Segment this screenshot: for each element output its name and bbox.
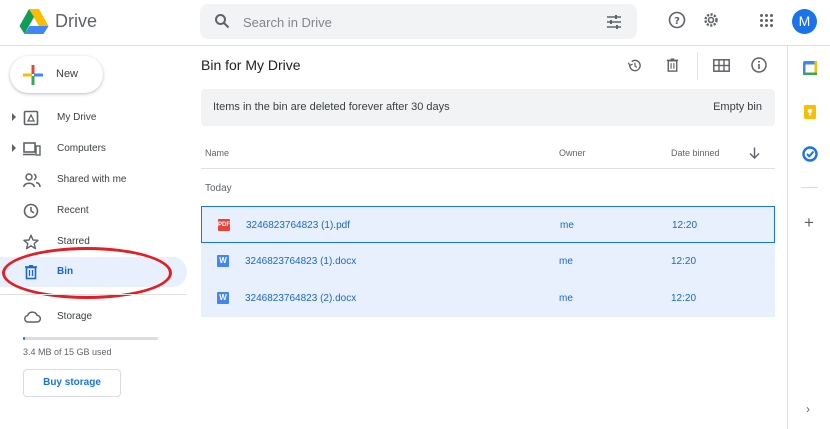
tasks-icon[interactable] [802,146,818,162]
file-row[interactable]: PDF 3246823764823 (1).pdf me 12:20 [201,206,775,243]
side-panel: + › [787,46,830,429]
page-title: Bin for My Drive [201,57,301,73]
search-icon[interactable] [214,13,230,29]
sidebar-item-recent[interactable]: Recent [0,196,187,226]
sidebar-item-label: Recent [57,205,89,216]
file-date-binned: 12:20 [672,220,698,231]
bin-notice-banner: Items in the bin are deleted forever aft… [201,89,775,126]
word-file-icon: W [217,255,229,267]
file-name[interactable]: 3246823764823 (1).docx [245,256,356,267]
sidebar-item-label: Computers [57,143,106,154]
top-bar: Drive Search in Drive ? M [0,0,830,46]
side-panel-divider [801,187,818,188]
pdf-file-icon: PDF [218,219,230,231]
column-header-date-binned[interactable]: Date binned [671,148,720,158]
file-owner: me [560,220,574,231]
keep-icon[interactable] [802,104,818,120]
apps-grid-icon[interactable] [759,13,774,28]
drive-logo-icon[interactable] [19,8,49,34]
highlight-ellipse [2,247,172,299]
file-name[interactable]: 3246823764823 (1).pdf [246,220,350,231]
file-row[interactable]: W 3246823764823 (1).docx me 12:20 [201,243,775,280]
add-addon-icon[interactable]: + [804,213,814,233]
bin-notice-text: Items in the bin are deleted forever aft… [213,101,450,113]
svg-text:?: ? [674,16,680,27]
clock-icon [23,203,39,219]
storage-progress-fill [23,337,25,340]
header-divider [201,168,775,169]
settings-icon[interactable] [702,11,720,29]
section-label-today: Today [205,183,232,194]
sidebar-item-label: Storage [57,311,93,322]
people-icon [23,173,41,188]
file-row[interactable]: W 3246823764823 (2).docx me 12:20 [201,280,775,317]
storage-used-text: 3.4 MB of 15 GB used [23,347,112,357]
empty-bin-button[interactable]: Empty bin [713,101,762,113]
file-owner: me [559,256,573,267]
new-button[interactable]: New [10,56,103,93]
expand-caret-icon[interactable] [12,113,16,121]
file-name[interactable]: 3246823764823 (2).docx [245,293,356,304]
grid-view-icon[interactable] [713,59,730,72]
word-file-icon: W [217,292,229,304]
new-button-label: New [56,68,79,80]
sidebar-divider [0,294,187,295]
storage-progress-bar [23,337,158,340]
plus-icon [23,65,43,85]
sidebar-item-computers[interactable]: Computers [0,134,187,164]
computer-icon [23,142,41,156]
restore-history-icon[interactable] [627,58,642,73]
account-avatar[interactable]: M [792,9,817,34]
search-input[interactable]: Search in Drive [243,15,332,30]
sort-descending-icon[interactable] [749,147,760,159]
toolbar-divider [697,52,698,80]
cloud-icon [24,311,41,323]
sidebar-item-label: My Drive [57,112,97,123]
file-date-binned: 12:20 [671,256,697,267]
sidebar-item-shared-with-me[interactable]: Shared with me [0,165,187,195]
sidebar-item-storage[interactable]: Storage [0,302,187,332]
sidebar-item-label: Starred [57,236,90,247]
sidebar-item-my-drive[interactable]: My Drive [0,103,187,133]
file-date-binned: 12:20 [671,293,697,304]
star-icon [23,234,39,250]
chevron-right-icon[interactable]: › [806,402,810,416]
expand-caret-icon[interactable] [12,144,16,152]
buy-storage-button[interactable]: Buy storage [23,369,121,397]
calendar-icon[interactable] [802,60,818,76]
my-drive-icon [23,110,39,126]
file-owner: me [559,293,573,304]
help-icon[interactable]: ? [668,11,686,29]
app-name[interactable]: Drive [55,11,97,32]
info-icon[interactable] [751,57,767,73]
sidebar-item-label: Shared with me [57,174,127,185]
tune-icon[interactable] [606,14,622,30]
search-bar[interactable]: Search in Drive [200,4,637,39]
column-header-owner[interactable]: Owner [559,148,586,158]
column-header-name[interactable]: Name [205,148,229,158]
delete-forever-icon[interactable] [665,57,680,73]
